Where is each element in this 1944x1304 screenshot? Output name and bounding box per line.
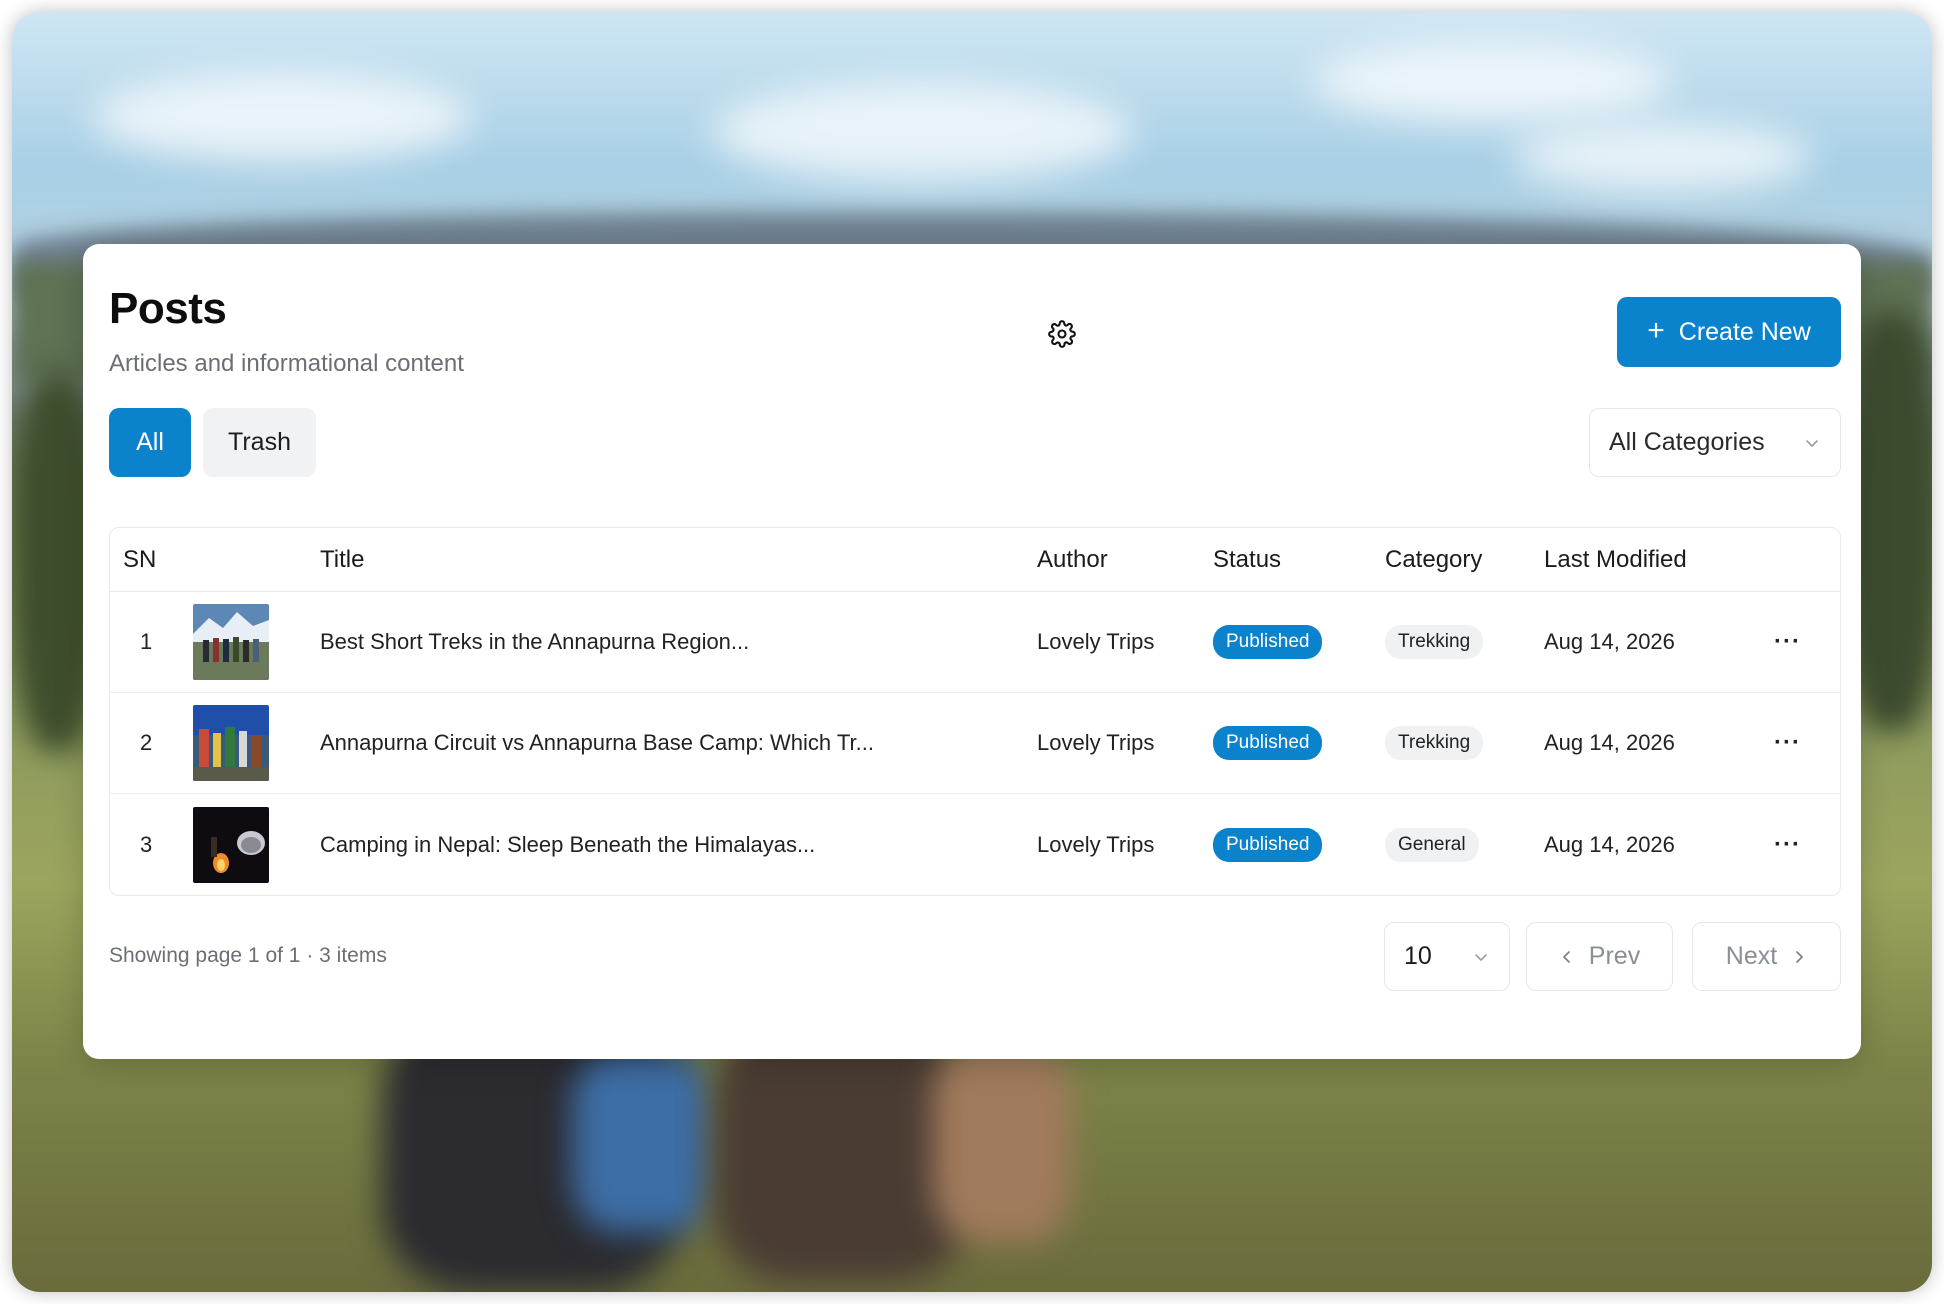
next-label: Next xyxy=(1725,942,1778,970)
more-actions-icon[interactable]: ··· xyxy=(1774,831,1801,859)
category-select-value: All Categories xyxy=(1609,428,1765,456)
post-author: Lovely Trips xyxy=(1037,629,1155,654)
column-header-last-modified: Last Modified xyxy=(1544,545,1687,573)
chevron-down-icon xyxy=(1806,440,1818,447)
row-sn: 2 xyxy=(140,730,153,755)
category-badge: General xyxy=(1385,827,1479,862)
create-new-button[interactable]: + Create New xyxy=(1617,297,1841,367)
last-modified: Aug 14, 2026 xyxy=(1544,730,1675,755)
more-actions-icon[interactable]: ··· xyxy=(1774,628,1801,656)
post-author: Lovely Trips xyxy=(1037,730,1155,755)
post-title[interactable]: Annapurna Circuit vs Annapurna Base Camp… xyxy=(320,730,874,756)
post-thumbnail[interactable] xyxy=(193,806,269,883)
status-badge: Published xyxy=(1213,625,1323,659)
create-new-label: Create New xyxy=(1678,317,1811,346)
page-subtitle: Articles and informational content xyxy=(109,350,464,377)
column-header-title: Title xyxy=(320,545,365,573)
prev-label: Prev xyxy=(1588,942,1641,970)
post-thumbnail[interactable] xyxy=(193,604,269,680)
column-header-status: Status xyxy=(1213,545,1282,573)
table-header: SN Title Author Status Category Last Mod… xyxy=(110,528,1840,592)
category-badge: Trekking xyxy=(1385,625,1484,659)
plus-icon: + xyxy=(1647,313,1665,347)
column-header-author: Author xyxy=(1037,545,1108,573)
status-badge: Published xyxy=(1213,827,1323,862)
category-select[interactable]: All Categories xyxy=(1589,408,1841,477)
column-header-sn: SN xyxy=(123,545,157,573)
page-title: Posts xyxy=(109,284,227,333)
table-row[interactable]: 2 Annapurna Circuit vs Annapurna Base Ca… xyxy=(110,693,1840,794)
post-thumbnail[interactable] xyxy=(193,705,269,781)
row-sn: 1 xyxy=(140,629,153,654)
gear-icon[interactable] xyxy=(1048,320,1076,348)
row-sn: 3 xyxy=(140,831,153,857)
tab-all[interactable]: All xyxy=(109,408,191,477)
chevron-right-icon xyxy=(1796,950,1804,963)
post-title[interactable]: Camping in Nepal: Sleep Beneath the Hima… xyxy=(320,832,815,858)
post-author: Lovely Trips xyxy=(1037,831,1155,857)
chevron-down-icon xyxy=(1475,954,1487,961)
last-modified: Aug 14, 2026 xyxy=(1544,831,1675,857)
prev-button[interactable]: Prev xyxy=(1526,922,1673,991)
pagination-info: Showing page 1 of 1 · 3 items xyxy=(109,944,387,967)
per-page-value: 10 xyxy=(1404,942,1432,970)
status-badge: Published xyxy=(1213,726,1323,760)
last-modified: Aug 14, 2026 xyxy=(1544,629,1675,654)
per-page-select[interactable]: 10 xyxy=(1384,922,1510,991)
more-actions-icon[interactable]: ··· xyxy=(1774,729,1801,757)
column-header-category: Category xyxy=(1385,545,1483,573)
next-button[interactable]: Next xyxy=(1692,922,1841,991)
posts-table: SN Title Author Status Category Last Mod… xyxy=(109,527,1841,896)
category-badge: Trekking xyxy=(1385,726,1484,760)
chevron-left-icon xyxy=(1562,950,1570,963)
table-row[interactable]: 3 Camping in Nepal: Sleep Beneath the Hi… xyxy=(110,794,1840,895)
tab-trash[interactable]: Trash xyxy=(203,408,316,477)
table-row[interactable]: 1 Best Short Treks in the Annapurna Regi… xyxy=(110,592,1840,693)
posts-panel: Posts Articles and informational content… xyxy=(83,244,1861,1059)
post-title[interactable]: Best Short Treks in the Annapurna Region… xyxy=(320,629,749,655)
